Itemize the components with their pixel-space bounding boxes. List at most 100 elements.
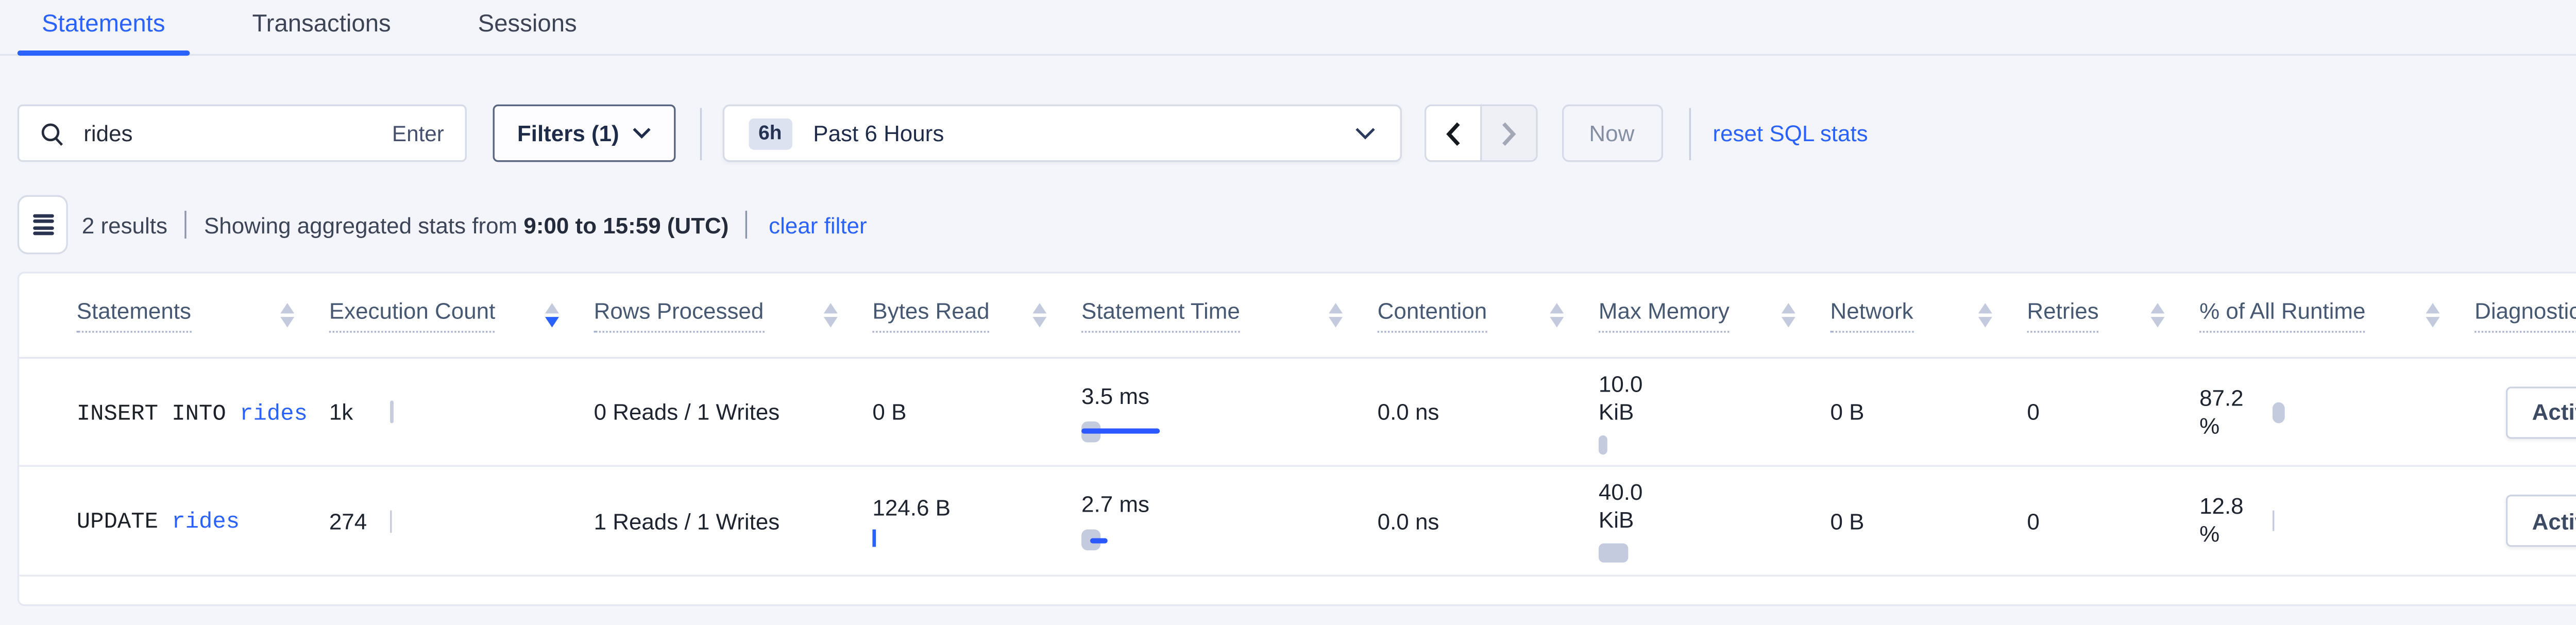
results-range-text: Showing aggregated stats from 9:00 to 15… xyxy=(204,212,728,238)
sort-icon[interactable] xyxy=(1032,302,1046,328)
statement-time-cell: 3.5 ms xyxy=(1081,382,1378,442)
activate-diagnostics-button[interactable]: Activate xyxy=(2506,386,2576,438)
sort-icon[interactable] xyxy=(1329,302,1343,328)
now-button[interactable]: Now xyxy=(1561,105,1662,162)
statement-cell[interactable]: INSERT INTO rides xyxy=(77,398,329,426)
col-header-rows-processed[interactable]: Rows Processed xyxy=(594,298,873,333)
sort-icon[interactable] xyxy=(2150,302,2164,328)
sort-icon[interactable] xyxy=(280,302,294,328)
chevron-down-icon xyxy=(1354,117,1375,149)
sort-icon[interactable] xyxy=(1550,302,1564,328)
search-enter-hint: Enter xyxy=(392,121,444,145)
col-header-max-memory[interactable]: Max Memory xyxy=(1599,298,1831,333)
time-range-badge: 6h xyxy=(748,117,792,149)
statement-time-mean-bar xyxy=(1081,429,1160,434)
col-header-retries[interactable]: Retries xyxy=(2027,298,2199,333)
active-tab-indicator xyxy=(18,50,190,56)
bytes-read-bar xyxy=(872,530,875,547)
tab-statements[interactable]: Statements xyxy=(18,0,190,56)
tab-statements-label: Statements xyxy=(42,9,165,37)
max-memory-cell: 40.0 KiB xyxy=(1599,479,1831,563)
pct-runtime-bar xyxy=(2273,401,2285,423)
activate-diagnostics-button[interactable]: Activate xyxy=(2506,495,2576,547)
max-memory-bar xyxy=(1599,434,1607,453)
statements-page: Statements Transactions Sessions Enter F… xyxy=(0,0,2576,625)
execution-count-cell: 1k xyxy=(329,399,594,425)
time-range-label: Past 6 Hours xyxy=(813,120,1354,146)
list-icon xyxy=(32,211,54,238)
statement-link[interactable]: rides xyxy=(172,509,240,535)
execution-count-bar xyxy=(390,510,392,532)
col-header-diagnostics[interactable]: Diagnostics xyxy=(2475,298,2576,333)
col-header-pct-of-all-runtime[interactable]: % of All Runtime xyxy=(2199,298,2475,333)
sort-icon[interactable] xyxy=(1978,302,1992,328)
retries-cell: 0 xyxy=(2027,508,2199,534)
results-divider xyxy=(746,211,748,239)
sort-icon[interactable] xyxy=(1782,302,1795,328)
tab-sessions[interactable]: Sessions xyxy=(453,0,601,56)
controls-row: Enter Filters (1) 6h Past 6 Hours xyxy=(18,105,1868,162)
col-header-statement-time[interactable]: Statement Time xyxy=(1081,298,1378,333)
bytes-read-cell: 0 B xyxy=(872,398,1081,426)
statement-time-cell: 2.7 ms xyxy=(1081,491,1378,550)
tab-sessions-label: Sessions xyxy=(478,9,577,37)
statements-table-card: Statements Execution Count Rows Processe… xyxy=(18,272,2576,606)
previous-time-window-button[interactable] xyxy=(1426,106,1481,160)
next-time-window-button[interactable] xyxy=(1481,106,1535,160)
table-row: UPDATE rides 274 1 Reads / 1 Writes 124.… xyxy=(19,467,2576,577)
statement-cell[interactable]: UPDATE rides xyxy=(77,507,329,535)
pct-runtime-cell: 87.2 % xyxy=(2199,384,2475,440)
reset-sql-stats-link[interactable]: reset SQL stats xyxy=(1713,120,1868,146)
statement-link[interactable]: rides xyxy=(240,400,308,426)
statement-time-bar xyxy=(1081,420,1186,442)
diagnostics-cell: Activate xyxy=(2475,386,2576,438)
statement-time-bar xyxy=(1081,530,1186,551)
retries-cell: 0 xyxy=(2027,399,2199,425)
network-cell: 0 B xyxy=(1830,508,2027,534)
tab-transactions-label: Transactions xyxy=(252,9,391,37)
table-row: INSERT INTO rides 1k 0 Reads / 1 Writes … xyxy=(19,359,2576,467)
col-header-bytes-read[interactable]: Bytes Read xyxy=(872,298,1081,333)
results-count: 2 results xyxy=(82,212,167,238)
pct-runtime-cell: 12.8 % xyxy=(2199,493,2475,549)
results-divider xyxy=(185,211,187,239)
col-header-network[interactable]: Network xyxy=(1830,298,2027,333)
controls-divider xyxy=(699,107,701,159)
results-bar: 2 results Showing aggregated stats from … xyxy=(18,195,867,255)
rows-processed-cell: 1 Reads / 1 Writes xyxy=(594,508,873,534)
max-memory-bar xyxy=(1599,544,1628,563)
search-box[interactable]: Enter xyxy=(18,105,467,162)
chevron-down-icon xyxy=(631,127,650,140)
table-header-row: Statements Execution Count Rows Processe… xyxy=(19,274,2576,359)
pct-runtime-bar xyxy=(2273,510,2274,531)
rows-processed-cell: 0 Reads / 1 Writes xyxy=(594,399,873,425)
statement-time-mean-bar xyxy=(1090,537,1108,543)
now-button-label: Now xyxy=(1589,120,1634,146)
col-header-statements[interactable]: Statements xyxy=(77,298,329,333)
bytes-read-cell: 124.6 B xyxy=(872,495,1081,547)
tab-bar: Statements Transactions Sessions xyxy=(0,0,2576,56)
sort-desc-icon[interactable] xyxy=(545,302,559,328)
col-header-execution-count[interactable]: Execution Count xyxy=(329,298,594,333)
contention-cell: 0.0 ns xyxy=(1378,508,1599,534)
column-selector-button[interactable] xyxy=(18,195,68,255)
search-icon xyxy=(40,121,64,145)
filters-button-label: Filters (1) xyxy=(517,120,619,146)
sort-icon[interactable] xyxy=(824,302,838,328)
execution-count-cell: 274 xyxy=(329,508,594,534)
time-window-stepper xyxy=(1423,105,1537,162)
time-range-dropdown[interactable]: 6h Past 6 Hours xyxy=(722,105,1401,162)
results-range-strong: 9:00 to 15:59 (UTC) xyxy=(523,212,728,238)
col-header-contention[interactable]: Contention xyxy=(1378,298,1599,333)
contention-cell: 0.0 ns xyxy=(1378,399,1599,425)
sort-icon[interactable] xyxy=(2426,302,2439,328)
network-cell: 0 B xyxy=(1830,399,2027,425)
clear-filter-link[interactable]: clear filter xyxy=(769,212,867,238)
diagnostics-cell: Activate xyxy=(2475,495,2576,547)
search-input[interactable] xyxy=(80,119,392,148)
execution-count-bar xyxy=(390,400,394,423)
filters-button[interactable]: Filters (1) xyxy=(493,105,675,162)
tab-transactions[interactable]: Transactions xyxy=(228,0,415,56)
controls-divider xyxy=(1688,107,1690,159)
max-memory-cell: 10.0 KiB xyxy=(1599,370,1831,453)
